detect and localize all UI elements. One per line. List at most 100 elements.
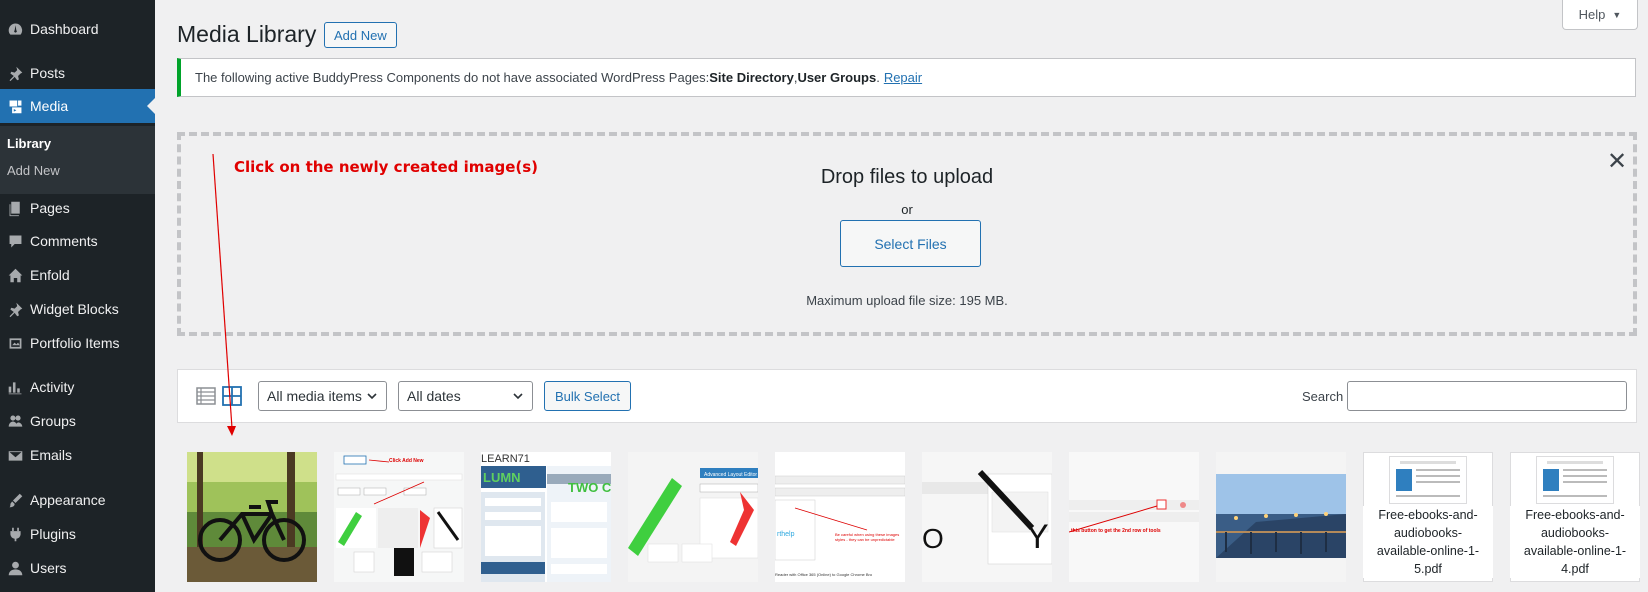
layout-editor-thumbnail: Advanced Layout Editor <box>628 452 758 582</box>
pdf-preview <box>1536 456 1614 504</box>
sidebar-item-label: Users <box>30 560 67 576</box>
add-new-button[interactable]: Add New <box>324 22 397 48</box>
sidebar-item-dashboard[interactable]: Dashboard <box>0 12 155 46</box>
pdf-filename: Free-ebooks-and-audiobooks-available-onl… <box>1363 506 1493 578</box>
sidebar-item-enfold[interactable]: Enfold <box>0 258 155 292</box>
editor-toolbar-thumbnail: rthelp Be careful when using these image… <box>775 452 905 582</box>
media-item-pdf-2[interactable]: Free-ebooks-and-audiobooks-available-onl… <box>1510 452 1640 582</box>
svg-text:O: O <box>922 523 944 554</box>
media-item-screenshot-1[interactable]: Click Add New <box>334 452 464 582</box>
date-filter-value: All dates <box>407 388 461 404</box>
grid-view-icon[interactable] <box>222 386 242 406</box>
home-icon <box>0 267 30 284</box>
media-icon <box>0 98 30 115</box>
pier-thumbnail <box>1216 452 1346 582</box>
media-toolbar: All media items All dates Bulk Select Se… <box>177 369 1637 423</box>
repair-link[interactable]: Repair <box>884 70 922 85</box>
pdf-preview <box>1389 456 1467 504</box>
svg-text:Click Add New: Click Add New <box>389 458 424 464</box>
caret-down-icon: ▼ <box>1612 9 1622 20</box>
svg-text:Y: Y <box>1026 518 1049 556</box>
sidebar-item-label: Appearance <box>30 492 106 508</box>
drop-or-text: or <box>901 202 913 217</box>
learn71-thumbnail: LEARN71 LUMN TWO C <box>481 452 611 582</box>
notice-component-site-directory: Site Directory <box>709 70 794 85</box>
buddypress-notice: The following active BuddyPress Componen… <box>177 58 1636 97</box>
sidebar-item-posts[interactable]: Posts <box>0 56 155 90</box>
media-item-learn71[interactable]: LEARN71 LUMN TWO C <box>481 452 611 582</box>
submenu-library[interactable]: Library <box>7 136 51 151</box>
sidebar-item-label: Widget Blocks <box>30 301 119 317</box>
portfolio-icon <box>0 335 30 352</box>
chevron-down-icon <box>367 393 377 400</box>
sidebar-item-label: Pages <box>30 200 70 216</box>
media-item-pier[interactable] <box>1216 452 1346 582</box>
media-grid: Click Add New LEARN71 LUMN TWO C Advance… <box>187 452 1640 592</box>
svg-text:LEARN71: LEARN71 <box>481 453 530 465</box>
media-item-pdf-1[interactable]: Free-ebooks-and-audiobooks-available-onl… <box>1363 452 1493 582</box>
sidebar-item-media[interactable]: Media <box>0 89 155 123</box>
svg-text:Advanced Layout Editor: Advanced Layout Editor <box>704 472 757 478</box>
date-filter[interactable]: All dates <box>398 381 533 411</box>
max-upload-size: Maximum upload file size: 195 MB. <box>806 293 1008 308</box>
sidebar-item-label: Portfolio Items <box>30 335 120 351</box>
mail-icon <box>0 447 30 464</box>
svg-text:this button to get the 2nd row: this button to get the 2nd row of tools <box>1071 528 1161 534</box>
notice-period: . <box>876 70 880 85</box>
pdf-preview-icon <box>1396 461 1460 497</box>
pdf-filename: Free-ebooks-and-audiobooks-available-onl… <box>1510 506 1640 578</box>
media-item-advanced-layout[interactable]: Advanced Layout Editor <box>628 452 758 582</box>
close-icon[interactable]: ✕ <box>1607 150 1627 174</box>
sidebar-item-activity[interactable]: Activity <box>0 370 155 404</box>
svg-text:Reader with Office 365 (Online: Reader with Office 365 (Online) to Googl… <box>775 572 873 577</box>
sidebar-item-emails[interactable]: Emails <box>0 438 155 472</box>
dashboard-icon <box>0 21 30 38</box>
help-tab-button[interactable]: Help ▼ <box>1562 0 1638 30</box>
svg-text:TWO C: TWO C <box>568 480 611 495</box>
screenshot-thumbnail: Click Add New <box>334 452 464 582</box>
text-crop-thumbnail: O Y <box>922 452 1052 582</box>
sidebar-item-label: Activity <box>30 379 75 395</box>
sidebar-item-widget-blocks[interactable]: Widget Blocks <box>0 292 155 326</box>
sidebar-item-label: Plugins <box>30 526 76 542</box>
page-title: Media Library <box>177 21 317 47</box>
media-type-filter[interactable]: All media items <box>258 381 387 411</box>
sidebar-item-label: Dashboard <box>30 21 99 37</box>
activity-icon <box>0 379 30 396</box>
media-item-bicycle[interactable] <box>187 452 317 582</box>
search-label: Search <box>1302 389 1344 404</box>
sidebar-item-label: Enfold <box>30 267 70 283</box>
notice-text: The following active BuddyPress Componen… <box>195 70 710 85</box>
plugin-icon <box>0 526 30 543</box>
sidebar-item-label: Comments <box>30 233 98 249</box>
media-submenu: Library Add New <box>0 126 155 194</box>
sidebar-item-portfolio-items[interactable]: Portfolio Items <box>0 326 155 360</box>
pin-icon <box>0 65 30 82</box>
admin-sidebar: Dashboard Posts Media Library Add New Pa… <box>0 0 155 592</box>
media-item-editor-toolbar[interactable]: rthelp Be careful when using these image… <box>775 452 905 582</box>
pages-icon <box>0 200 30 217</box>
sidebar-item-groups[interactable]: Groups <box>0 404 155 438</box>
sidebar-item-appearance[interactable]: Appearance <box>0 483 155 517</box>
select-files-button[interactable]: Select Files <box>840 220 981 267</box>
help-label: Help <box>1578 7 1606 22</box>
sidebar-item-pages[interactable]: Pages <box>0 191 155 225</box>
bulk-select-button[interactable]: Bulk Select <box>544 381 632 411</box>
comment-icon <box>0 233 30 250</box>
pin-icon <box>0 301 30 318</box>
notice-component-user-groups: User Groups <box>797 70 877 85</box>
sidebar-item-label: Media <box>30 98 69 114</box>
svg-text:styles - they can be unpredict: styles - they can be unpredictable <box>835 537 895 542</box>
search-input[interactable] <box>1347 381 1627 411</box>
groups-icon <box>0 413 30 430</box>
list-view-icon[interactable] <box>196 386 216 406</box>
sidebar-item-plugins[interactable]: Plugins <box>0 517 155 551</box>
media-item-toolbar-row[interactable]: this button to get the 2nd row of tools <box>1069 452 1199 582</box>
annotation-text: Click on the newly created image(s) <box>234 158 539 176</box>
sidebar-item-label: Groups <box>30 413 76 429</box>
sidebar-item-users[interactable]: Users <box>0 551 155 585</box>
sidebar-item-label: Posts <box>30 65 66 81</box>
sidebar-item-comments[interactable]: Comments <box>0 224 155 258</box>
media-item-text-crop[interactable]: O Y <box>922 452 1052 582</box>
submenu-add-new[interactable]: Add New <box>7 163 60 178</box>
